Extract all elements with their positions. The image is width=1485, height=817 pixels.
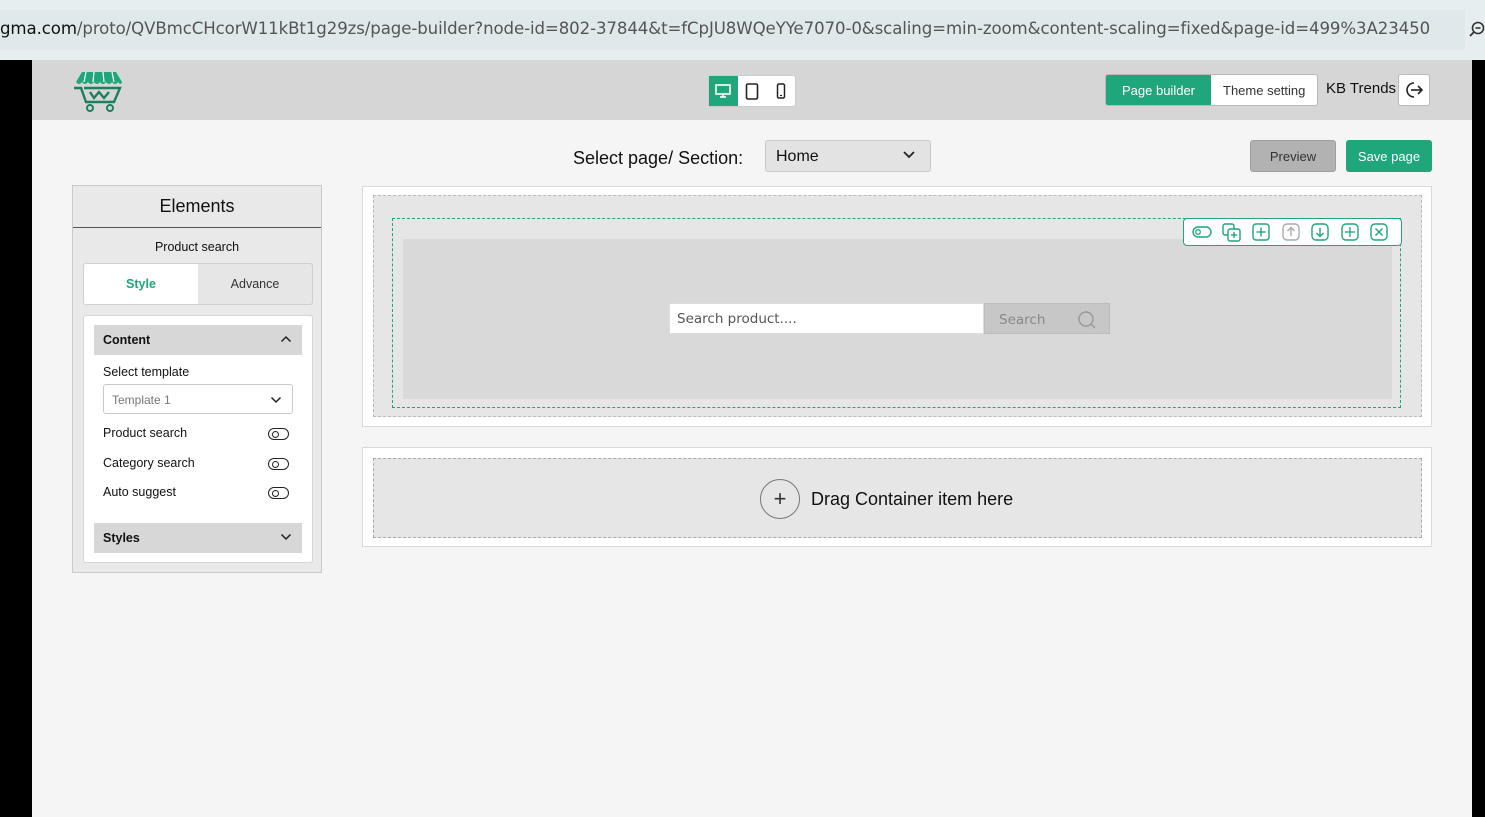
- auto-suggest-toggle[interactable]: [268, 487, 289, 499]
- selected-element-frame[interactable]: Search product.... Search: [392, 218, 1402, 408]
- template-label: Select template: [103, 365, 190, 379]
- canvas-drop-section: + Drag Container item here: [362, 447, 1432, 547]
- template-value: Template 1: [112, 393, 171, 407]
- desktop-icon: [715, 84, 732, 98]
- url-text[interactable]: gma.com/proto/QVBmcCHcorW11kBt1g29zs/pag…: [0, 19, 1430, 38]
- store-name: KB Trends: [1326, 80, 1397, 97]
- app-header: Page builder Theme setting KB Trends: [32, 60, 1472, 120]
- element-toolbar: [1183, 218, 1402, 246]
- search-icon: [1078, 311, 1096, 329]
- chevron-down-icon: [280, 533, 292, 541]
- drop-zone-text: Drag Container item here: [811, 489, 1014, 509]
- tablet-icon: [745, 82, 759, 100]
- logout-button[interactable]: [1398, 74, 1430, 106]
- preview-button[interactable]: Preview: [1250, 140, 1336, 172]
- option-auto-suggest: Auto suggest: [103, 485, 293, 503]
- page-select-value: Home: [776, 148, 819, 165]
- content-accordion-label: Content: [103, 333, 151, 347]
- mobile-icon: [776, 83, 785, 99]
- search-button[interactable]: Search: [984, 303, 1110, 334]
- drag-move-icon[interactable]: [1340, 222, 1360, 242]
- option-label: Auto suggest: [103, 485, 176, 499]
- panel-title: Elements: [73, 186, 321, 228]
- search-placeholder: Search product....: [677, 311, 797, 327]
- elements-panel: Elements Product search Style Advance Co…: [72, 185, 322, 573]
- search-input[interactable]: Search product....: [669, 303, 984, 334]
- panel-subtitle: Product search: [154, 240, 240, 254]
- search-button-label: Search: [999, 312, 1046, 328]
- styles-accordion-header[interactable]: Styles: [94, 523, 302, 553]
- page-builder-app: Page builder Theme setting KB Trends Sel…: [32, 60, 1472, 817]
- option-product-search: Product search: [103, 426, 293, 444]
- tablet-view-button[interactable]: [738, 76, 767, 106]
- chevron-down-icon: [903, 151, 915, 159]
- desktop-view-button[interactable]: [709, 76, 738, 106]
- url-path: /proto/QVBmcCHcorW11kBt1g29zs/page-build…: [76, 19, 1431, 38]
- save-page-button[interactable]: Save page: [1346, 140, 1432, 172]
- option-label: Category search: [103, 456, 195, 470]
- add-container-button[interactable]: +: [760, 479, 800, 519]
- product-search-toggle[interactable]: [268, 428, 289, 440]
- page-select-label: Select page/ Section:: [573, 148, 744, 168]
- logout-icon: [1406, 82, 1424, 98]
- plus-icon: +: [773, 486, 787, 511]
- panel-tabs: Style Advance: [83, 263, 313, 305]
- store-cart-logo: [74, 71, 122, 112]
- browser-address-bar: gma.com/proto/QVBmcCHcorW11kBt1g29zs/pag…: [0, 0, 1485, 60]
- move-down-icon[interactable]: [1310, 222, 1330, 242]
- product-search-block[interactable]: Search product.... Search: [403, 239, 1392, 399]
- chevron-up-icon: [280, 335, 292, 343]
- chevron-down-icon: [270, 396, 282, 404]
- template-select[interactable]: Template 1: [103, 384, 293, 414]
- section-container[interactable]: Search product.... Search: [373, 195, 1422, 417]
- theme-setting-tab[interactable]: Theme setting: [1211, 75, 1317, 105]
- url-host: gma.com: [0, 19, 77, 38]
- content-accordion-header[interactable]: Content: [94, 325, 302, 355]
- tab-advance[interactable]: Advance: [198, 264, 312, 304]
- option-label: Product search: [103, 426, 188, 440]
- add-icon[interactable]: [1251, 222, 1271, 242]
- window-edge: [1472, 60, 1485, 817]
- canvas-section: Search product.... Search: [362, 186, 1432, 427]
- toggle-visibility-icon[interactable]: [1192, 222, 1212, 242]
- styles-accordion-label: Styles: [103, 531, 140, 545]
- drop-zone[interactable]: + Drag Container item here: [373, 458, 1422, 538]
- zoom-out-icon[interactable]: [1469, 20, 1485, 38]
- device-switcher: [708, 75, 796, 107]
- tab-style[interactable]: Style: [84, 264, 198, 304]
- page-builder-tab[interactable]: Page builder: [1106, 75, 1211, 105]
- category-search-toggle[interactable]: [268, 458, 289, 470]
- mobile-view-button[interactable]: [766, 76, 795, 106]
- option-category-search: Category search: [103, 456, 293, 474]
- remove-icon[interactable]: [1369, 222, 1389, 242]
- page-select-dropdown[interactable]: Home: [765, 140, 931, 172]
- duplicate-icon[interactable]: [1222, 222, 1242, 242]
- mode-switcher: Page builder Theme setting: [1105, 74, 1319, 106]
- move-up-icon[interactable]: [1281, 222, 1301, 242]
- settings-card: Content Select template Template 1 Produ…: [83, 315, 313, 563]
